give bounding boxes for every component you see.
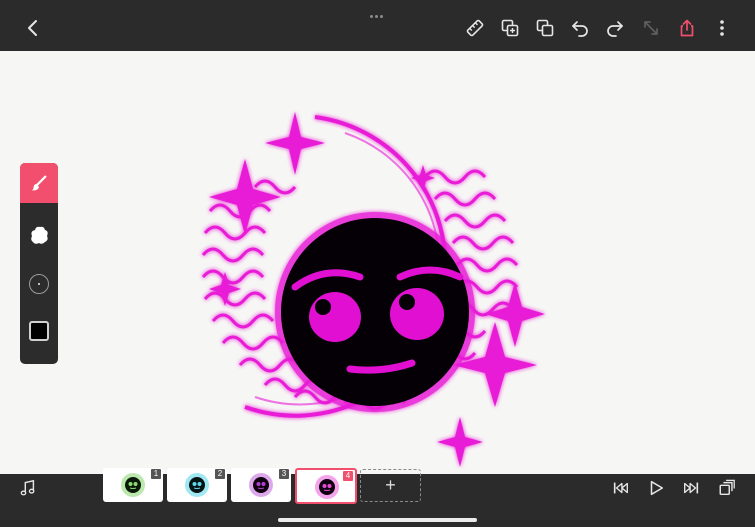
- copy-icon: [536, 19, 554, 37]
- frame-number: 3: [279, 469, 289, 479]
- home-indicator: [278, 518, 477, 522]
- skip-to-end-button[interactable]: [681, 478, 701, 498]
- music-button[interactable]: [19, 479, 39, 499]
- copy-button[interactable]: [534, 17, 556, 39]
- back-chevron-icon: [28, 20, 37, 36]
- eraser-tool-button[interactable]: [20, 215, 58, 255]
- skip-to-start-icon: [613, 482, 628, 494]
- frame-number: 2: [215, 469, 225, 479]
- more-options-button[interactable]: [711, 17, 733, 39]
- brush-tool-button[interactable]: [20, 163, 58, 203]
- frame-1-preview: [121, 473, 145, 497]
- back-button[interactable]: [22, 17, 44, 39]
- tool-panel: [20, 163, 58, 364]
- music-note-icon: [20, 479, 35, 496]
- color-picker-button[interactable]: [20, 311, 58, 351]
- timeline-bar: 1 2 3 4 +: [0, 468, 755, 527]
- frame-thumbnail-1[interactable]: 1: [103, 468, 163, 502]
- drawing-artwork: [201, 112, 545, 467]
- skip-to-start-button[interactable]: [611, 478, 631, 498]
- frame-thumbnail-2[interactable]: 2: [167, 468, 227, 502]
- ruler-icon: [466, 19, 484, 37]
- duplicate-frame-icon: [501, 19, 519, 37]
- layers-button[interactable]: [717, 478, 737, 498]
- share-icon: [680, 19, 694, 37]
- resize-button[interactable]: [640, 17, 662, 39]
- frame-number: 1: [151, 469, 161, 479]
- layers-icon: [719, 479, 735, 496]
- top-toolbar: [0, 0, 755, 51]
- frame-2-preview: [185, 473, 209, 497]
- drawing-canvas[interactable]: [0, 51, 755, 474]
- brush-size-indicator: [29, 274, 49, 294]
- undo-icon: [572, 21, 588, 37]
- redo-icon: [607, 21, 623, 37]
- ruler-button[interactable]: [464, 17, 486, 39]
- eraser-icon: [31, 226, 48, 244]
- duplicate-frame-button[interactable]: [499, 17, 521, 39]
- skip-to-end-icon: [684, 482, 699, 494]
- brush-size-button[interactable]: [20, 265, 58, 303]
- frame-number: 4: [343, 471, 353, 481]
- current-color-swatch: [29, 321, 49, 341]
- redo-button[interactable]: [604, 17, 626, 39]
- play-icon: [650, 480, 664, 496]
- play-button[interactable]: [646, 478, 666, 498]
- drag-handle-dots[interactable]: [370, 5, 386, 18]
- frame-3-preview: [249, 473, 273, 497]
- add-frame-button[interactable]: +: [360, 469, 421, 502]
- brush-icon: [31, 175, 47, 191]
- frame-thumbnail-3[interactable]: 3: [231, 468, 291, 502]
- undo-button[interactable]: [569, 17, 591, 39]
- resize-icon: [644, 21, 658, 35]
- frame-4-preview: [315, 475, 339, 499]
- share-button[interactable]: [676, 17, 698, 39]
- frame-thumbnail-4[interactable]: 4: [295, 468, 357, 504]
- more-vertical-icon: [720, 20, 724, 36]
